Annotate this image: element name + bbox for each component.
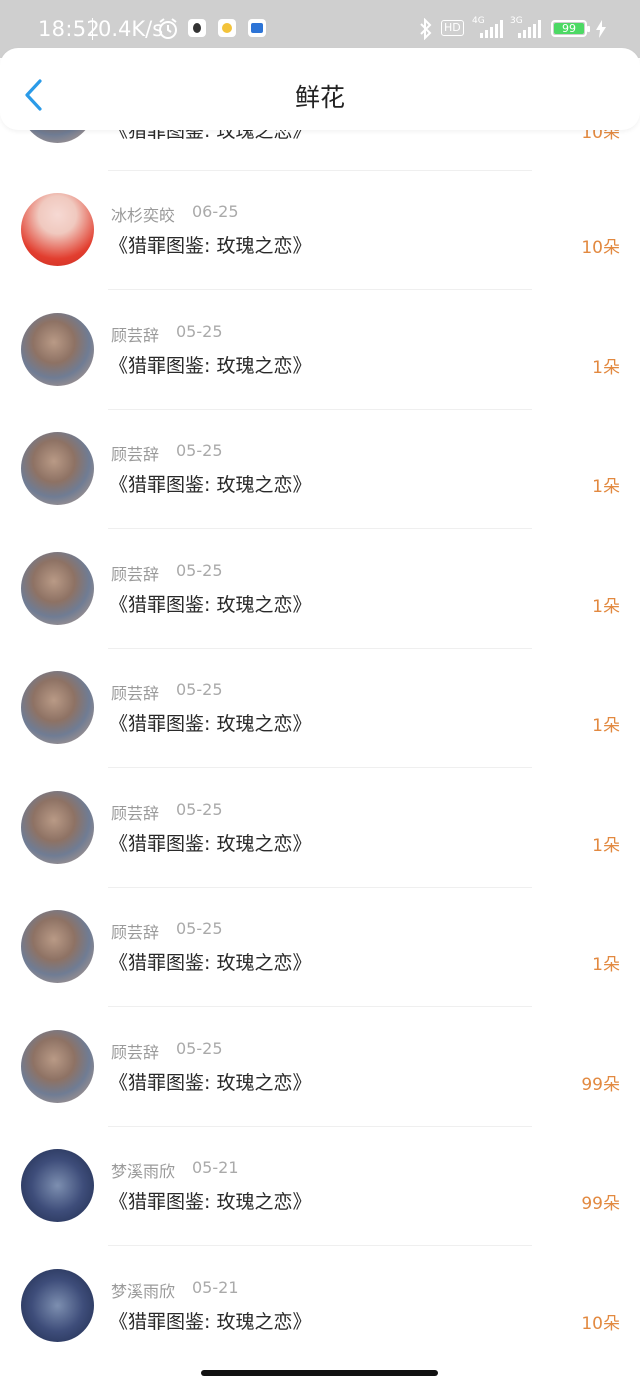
gift-date: 05-25 (176, 919, 223, 938)
gift-date: 05-25 (176, 800, 223, 819)
avatar (21, 910, 94, 983)
nav-header: 鲜花 (0, 48, 640, 130)
book-title: 《猎罪图鉴: 玫瑰之恋》 (109, 1072, 312, 1094)
battery-icon: 99 (551, 20, 590, 37)
sender-name: 顾芸辞 (111, 1043, 160, 1062)
flower-count: 1朵 (592, 597, 620, 617)
sender-name: 顾芸辞 (111, 923, 160, 942)
avatar (21, 1269, 94, 1342)
flower-count: 1朵 (592, 955, 620, 975)
divider (108, 648, 532, 649)
flower-count: 1朵 (592, 716, 620, 736)
avatar (21, 313, 94, 386)
avatar (21, 1030, 94, 1103)
gift-date: 05-21 (192, 1278, 239, 1297)
book-title: 《猎罪图鉴: 玫瑰之恋》 (109, 235, 312, 257)
signal-icon-1 (480, 20, 503, 38)
gift-date: 05-25 (176, 680, 223, 699)
list-item[interactable]: 顾芸辞 05-25 《猎罪图鉴: 玫瑰之恋》 1朵 (0, 671, 640, 790)
list-item[interactable]: 顾芸辞 05-25 《猎罪图鉴: 玫瑰之恋》 99朵 (0, 1030, 640, 1149)
gift-date: 05-25 (176, 1039, 223, 1058)
avatar (21, 432, 94, 505)
hd-badge: HD (441, 20, 464, 36)
avatar (21, 791, 94, 864)
divider (108, 1245, 532, 1246)
gift-date: 05-25 (176, 561, 223, 580)
book-title: 《猎罪图鉴: 玫瑰之恋》 (109, 594, 312, 616)
gift-date: 05-21 (192, 1158, 239, 1177)
list-item[interactable]: 顾芸辞 05-25 《猎罪图鉴: 玫瑰之恋》 1朵 (0, 432, 640, 551)
signal-icon-2 (518, 20, 541, 38)
avatar (21, 1149, 94, 1222)
divider (108, 409, 532, 410)
divider (108, 1006, 532, 1007)
avatar (21, 552, 94, 625)
book-title: 《猎罪图鉴: 玫瑰之恋》 (109, 952, 312, 974)
divider (108, 1126, 532, 1127)
gift-date: 06-25 (192, 202, 239, 221)
qq-icon (188, 19, 206, 37)
sender-name: 顾芸辞 (111, 565, 160, 584)
battery-level: 99 (562, 22, 576, 35)
home-indicator (201, 1370, 438, 1376)
status-net-speed: 0.4K/s (98, 17, 164, 41)
list-item[interactable]: 顾芸辞 05-25 《猎罪图鉴: 玫瑰之恋》 1朵 (0, 910, 640, 1029)
sender-name: 梦溪雨欣 (111, 1282, 176, 1301)
sender-name: 梦溪雨欣 (111, 1162, 176, 1181)
book-title: 《猎罪图鉴: 玫瑰之恋》 (109, 355, 312, 377)
status-separator (92, 18, 93, 40)
alarm-icon (159, 18, 177, 39)
list-item[interactable]: 顾芸辞 05-25 《猎罪图鉴: 玫瑰之恋》 1朵 (0, 791, 640, 910)
divider (108, 170, 532, 171)
flower-count: 1朵 (592, 358, 620, 378)
flower-count: 10朵 (581, 1314, 620, 1334)
sender-name: 顾芸辞 (111, 326, 160, 345)
app-face-icon (218, 19, 236, 37)
avatar (21, 193, 94, 266)
list-item[interactable]: 顾芸辞 05-25 《猎罪图鉴: 玫瑰之恋》 1朵 (0, 313, 640, 432)
flower-count: 10朵 (581, 238, 620, 258)
list-item[interactable]: 梦溪雨欣 05-21 《猎罪图鉴: 玫瑰之恋》 99朵 (0, 1149, 640, 1268)
divider (108, 887, 532, 888)
sender-name: 顾芸辞 (111, 804, 160, 823)
status-time: 18:52 (38, 17, 101, 41)
page-title: 鲜花 (294, 83, 345, 112)
divider (108, 289, 532, 290)
book-title: 《猎罪图鉴: 玫瑰之恋》 (109, 833, 312, 855)
book-title: 《猎罪图鉴: 玫瑰之恋》 (109, 474, 312, 496)
bluetooth-icon (420, 18, 432, 40)
book-title: 《猎罪图鉴: 玫瑰之恋》 (109, 713, 312, 735)
book-title: 《猎罪图鉴: 玫瑰之恋》 (109, 1191, 312, 1213)
gift-date: 05-25 (176, 441, 223, 460)
sender-name: 冰杉奕皎 (111, 206, 176, 225)
flower-count: 1朵 (592, 836, 620, 856)
flower-count: 1朵 (592, 477, 620, 497)
flower-count: 99朵 (581, 1075, 620, 1095)
gift-date: 05-25 (176, 322, 223, 341)
flower-count: 99朵 (581, 1194, 620, 1214)
list-item[interactable]: 顾芸辞 05-25 《猎罪图鉴: 玫瑰之恋》 1朵 (0, 552, 640, 671)
browser-icon (248, 19, 266, 37)
divider (108, 767, 532, 768)
book-title: 《猎罪图鉴: 玫瑰之恋》 (109, 1311, 312, 1333)
charging-icon (596, 20, 606, 38)
sender-name: 顾芸辞 (111, 684, 160, 703)
sender-name: 顾芸辞 (111, 445, 160, 464)
list-item[interactable]: 冰杉奕皎 06-25 《猎罪图鉴: 玫瑰之恋》 10朵 (0, 193, 640, 312)
avatar (21, 671, 94, 744)
divider (108, 528, 532, 529)
